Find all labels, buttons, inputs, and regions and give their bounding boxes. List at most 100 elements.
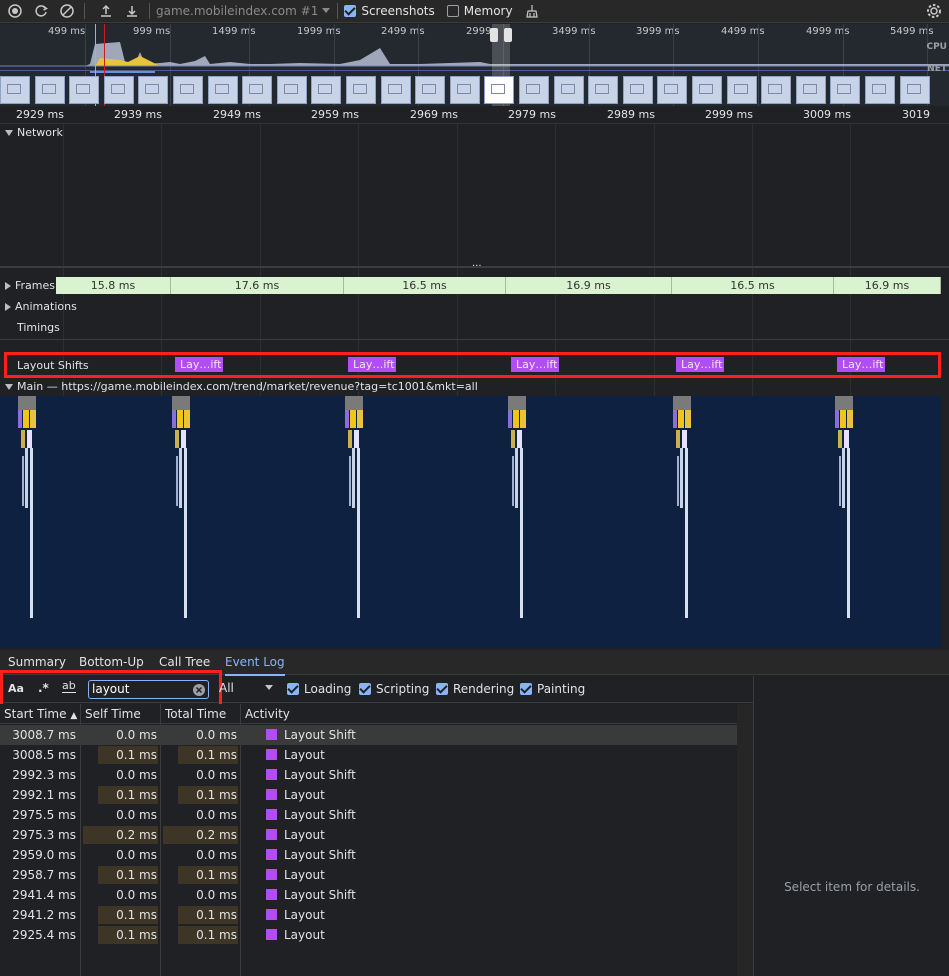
screenshot-thumbnail[interactable] (276, 76, 307, 104)
flame-event-block[interactable] (520, 448, 523, 618)
capture-settings-button[interactable] (923, 0, 945, 22)
table-row[interactable]: 3008.7 ms 0.0 ms 0.0 ms Layout Shift (0, 725, 737, 745)
filter-rendering[interactable]: Rendering (436, 682, 514, 696)
table-row[interactable]: 2992.3 ms 0.0 ms 0.0 ms Layout Shift (0, 765, 737, 785)
collect-garbage-button[interactable] (521, 0, 543, 22)
duration-filter-select[interactable]: All (219, 681, 274, 695)
rendering-checkbox[interactable] (436, 683, 448, 695)
loading-checkbox[interactable] (287, 683, 299, 695)
scripting-checkbox[interactable] (359, 683, 371, 695)
animations-track-header[interactable]: Animations (5, 300, 77, 313)
flame-event-block[interactable] (18, 396, 36, 410)
flame-event-block[interactable] (838, 430, 842, 448)
flame-event-block[interactable] (673, 410, 677, 428)
column-header-self-time[interactable]: Self Time (85, 707, 141, 721)
flame-event-block[interactable] (676, 430, 680, 448)
frame-block[interactable]: 16.5 ms (344, 277, 506, 294)
screenshot-thumbnail[interactable] (795, 76, 826, 104)
screenshot-thumbnail[interactable] (692, 76, 722, 104)
frame-block[interactable]: 15.8 ms (56, 277, 171, 294)
frame-block[interactable]: 16.9 ms (506, 277, 672, 294)
table-row[interactable]: 2925.4 ms 0.1 ms 0.1 ms Layout (0, 925, 737, 945)
flame-event-block[interactable] (184, 410, 190, 428)
timeline-tracks[interactable]: Network ··· Frames 15.8 ms 17.6 ms 16.5 ms… (0, 124, 949, 648)
flame-event-block[interactable] (350, 410, 356, 428)
flame-event-block[interactable] (847, 410, 853, 428)
flame-event-block[interactable] (515, 448, 518, 508)
screenshot-thumbnail[interactable] (346, 76, 376, 104)
main-thread-flame-chart[interactable] (0, 396, 941, 648)
filter-scripting[interactable]: Scripting (359, 682, 429, 696)
screenshot-thumbnail[interactable] (103, 76, 134, 104)
flame-event-block[interactable] (840, 410, 846, 428)
main-track-header[interactable]: Main — https://game.mobileindex.com/tren… (5, 380, 478, 393)
flame-event-block[interactable] (30, 448, 33, 618)
save-profile-button[interactable] (121, 0, 143, 22)
table-row[interactable]: 2992.1 ms 0.1 ms 0.1 ms Layout (0, 785, 737, 805)
table-scrollbar[interactable] (737, 704, 753, 976)
flame-event-block[interactable] (835, 396, 853, 410)
load-profile-button[interactable] (95, 0, 117, 22)
flame-event-block[interactable] (181, 430, 186, 448)
flame-event-block[interactable] (508, 410, 512, 428)
column-header-total-time[interactable]: Total Time (165, 707, 226, 721)
flame-event-block[interactable] (678, 410, 684, 428)
flame-event-block[interactable] (184, 448, 187, 618)
reload-button[interactable] (30, 0, 52, 22)
flame-event-block[interactable] (176, 456, 178, 506)
network-track-header[interactable]: Network (5, 126, 63, 139)
column-header-activity[interactable]: Activity (245, 707, 290, 721)
tab-summary[interactable]: Summary (8, 655, 66, 669)
flame-event-block[interactable] (512, 456, 514, 506)
flame-event-block[interactable] (21, 430, 25, 448)
filter-painting[interactable]: Painting (520, 682, 585, 696)
screenshot-thumbnail[interactable] (0, 76, 30, 104)
table-row[interactable]: 2941.2 ms 0.1 ms 0.1 ms Layout (0, 905, 737, 925)
screenshot-thumbnail[interactable] (449, 76, 480, 104)
tab-bottom-up[interactable]: Bottom-Up (79, 655, 144, 669)
screenshot-thumbnail[interactable] (865, 76, 895, 104)
screenshots-toggle[interactable]: Screenshots (344, 4, 435, 18)
resize-handle-icon[interactable]: ··· (472, 261, 482, 272)
flame-event-block[interactable] (357, 410, 363, 428)
flame-event-block[interactable] (25, 448, 28, 508)
table-row[interactable]: 2959.0 ms 0.0 ms 0.0 ms Layout Shift (0, 845, 737, 865)
screenshot-thumbnail[interactable] (34, 76, 65, 104)
flame-event-block[interactable] (673, 396, 691, 410)
flame-event-block[interactable] (839, 456, 841, 506)
flame-event-block[interactable] (27, 430, 32, 448)
frames-track-header[interactable]: Frames (0, 277, 56, 294)
memory-toggle[interactable]: Memory (446, 4, 513, 18)
screenshot-thumbnail[interactable] (761, 76, 792, 104)
table-row[interactable]: 2975.3 ms 0.2 ms 0.2 ms Layout (0, 825, 737, 845)
screenshot-thumbnail[interactable] (173, 76, 203, 104)
column-header-start-time[interactable]: Start Time ▲ (4, 707, 77, 721)
screenshot-thumbnail[interactable] (311, 76, 342, 104)
memory-checkbox[interactable] (446, 5, 459, 17)
flame-event-block[interactable] (345, 396, 363, 410)
frame-block[interactable]: 17.6 ms (171, 277, 344, 294)
screenshot-thumbnail[interactable] (484, 76, 515, 104)
flame-event-block[interactable] (847, 448, 850, 618)
clear-button[interactable] (56, 0, 78, 22)
timeline-overview[interactable]: 499 ms 999 ms 1499 ms 1999 ms 2499 ms 2999 349… (0, 24, 949, 106)
filter-loading[interactable]: Loading (287, 682, 351, 696)
screenshot-thumbnail[interactable] (553, 76, 584, 104)
flame-event-block[interactable] (348, 430, 352, 448)
screenshot-thumbnail[interactable] (657, 76, 688, 104)
flame-event-block[interactable] (685, 410, 691, 428)
flame-event-block[interactable] (349, 456, 351, 506)
profile-select[interactable]: game.mobileindex.com #1 (156, 4, 331, 18)
screenshot-thumbnail[interactable] (899, 76, 930, 104)
table-row[interactable]: 2941.4 ms 0.0 ms 0.0 ms Layout Shift (0, 885, 737, 905)
flame-event-block[interactable] (513, 410, 519, 428)
flame-event-block[interactable] (23, 410, 29, 428)
screenshot-thumbnail[interactable] (138, 76, 169, 104)
tab-event-log[interactable]: Event Log (225, 655, 285, 676)
screenshots-checkbox[interactable] (344, 5, 357, 17)
screenshot-thumbnail[interactable] (830, 76, 861, 104)
flame-event-block[interactable] (172, 410, 176, 428)
flame-event-block[interactable] (175, 430, 179, 448)
flame-event-block[interactable] (517, 430, 522, 448)
tab-call-tree[interactable]: Call Tree (159, 655, 210, 669)
